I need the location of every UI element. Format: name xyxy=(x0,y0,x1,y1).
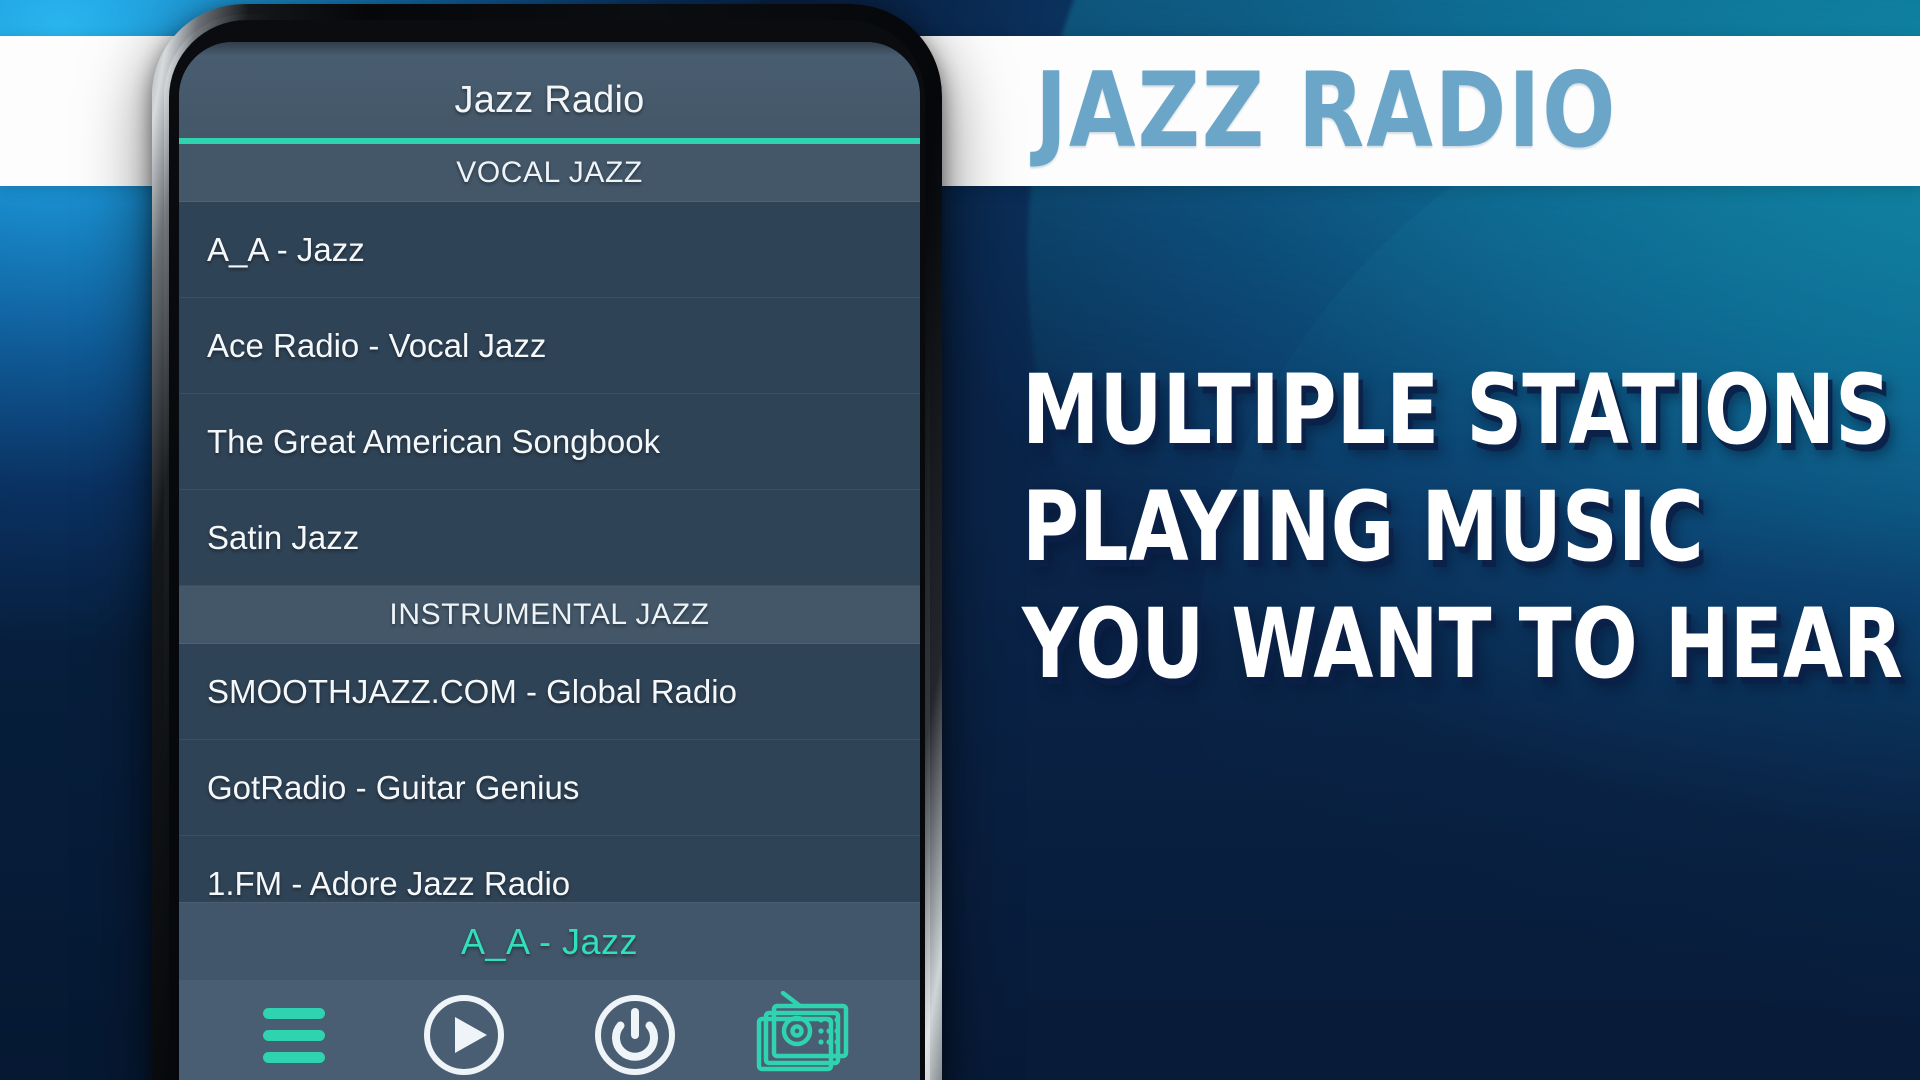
promo-headline: MULTIPLE STATIONS PLAYING MUSIC YOU WANT… xyxy=(1022,354,1903,701)
station-name: SMOOTHJAZZ.COM - Global Radio xyxy=(207,672,737,710)
app-logo-title: JAZZ RADIO xyxy=(1035,51,1618,171)
promo-line-1: MULTIPLE STATIONS xyxy=(1022,354,1892,466)
promo-line-3: YOU WANT TO HEAR xyxy=(1022,588,1903,701)
hamburger-menu-icon xyxy=(263,1007,326,1063)
bottom-toolbar xyxy=(179,980,920,1080)
power-circle-icon xyxy=(594,995,675,1075)
section-header-vocal-jazz: VOCAL JAZZ xyxy=(179,144,920,202)
menu-button[interactable] xyxy=(209,980,379,1080)
radio-stack-icon xyxy=(756,991,849,1072)
list-item[interactable]: 1.FM - Adore Jazz Radio xyxy=(179,836,920,902)
list-item[interactable]: A_A - Jazz xyxy=(179,202,920,298)
now-playing-bar[interactable]: A_A - Jazz xyxy=(179,902,920,980)
list-item[interactable]: SMOOTHJAZZ.COM - Global Radio xyxy=(179,644,920,740)
section-header-instrumental-jazz: INSTRUMENTAL JAZZ xyxy=(179,586,920,644)
station-name: GotRadio - Guitar Genius xyxy=(207,768,580,806)
power-button[interactable] xyxy=(550,980,720,1080)
station-name: 1.FM - Adore Jazz Radio xyxy=(207,864,571,902)
stations-button[interactable] xyxy=(720,980,890,1080)
page-title: Jazz Radio xyxy=(454,79,645,121)
station-name: Ace Radio - Vocal Jazz xyxy=(207,326,547,364)
station-list[interactable]: VOCAL JAZZ A_A - Jazz Ace Radio - Vocal … xyxy=(179,144,920,902)
station-name: A_A - Jazz xyxy=(207,230,365,268)
list-item[interactable]: The Great American Songbook xyxy=(179,394,920,490)
section-header-label: INSTRUMENTAL JAZZ xyxy=(389,597,710,631)
app-bar: Jazz Radio xyxy=(179,42,920,138)
now-playing-label: A_A - Jazz xyxy=(460,920,639,962)
list-item[interactable]: Ace Radio - Vocal Jazz xyxy=(179,298,920,394)
section-header-label: VOCAL JAZZ xyxy=(456,155,643,189)
phone-mockup: Jazz Radio VOCAL JAZZ A_A - Jazz Ace Rad… xyxy=(152,4,942,1080)
station-name: Satin Jazz xyxy=(207,518,360,556)
phone-screen: Jazz Radio VOCAL JAZZ A_A - Jazz Ace Rad… xyxy=(179,42,920,1080)
list-item[interactable]: Satin Jazz xyxy=(179,490,920,586)
station-name: The Great American Songbook xyxy=(207,422,661,460)
play-button[interactable] xyxy=(379,980,549,1080)
list-item[interactable]: GotRadio - Guitar Genius xyxy=(179,740,920,836)
promo-line-2: PLAYING MUSIC xyxy=(1022,471,1704,584)
play-circle-icon xyxy=(424,995,505,1075)
